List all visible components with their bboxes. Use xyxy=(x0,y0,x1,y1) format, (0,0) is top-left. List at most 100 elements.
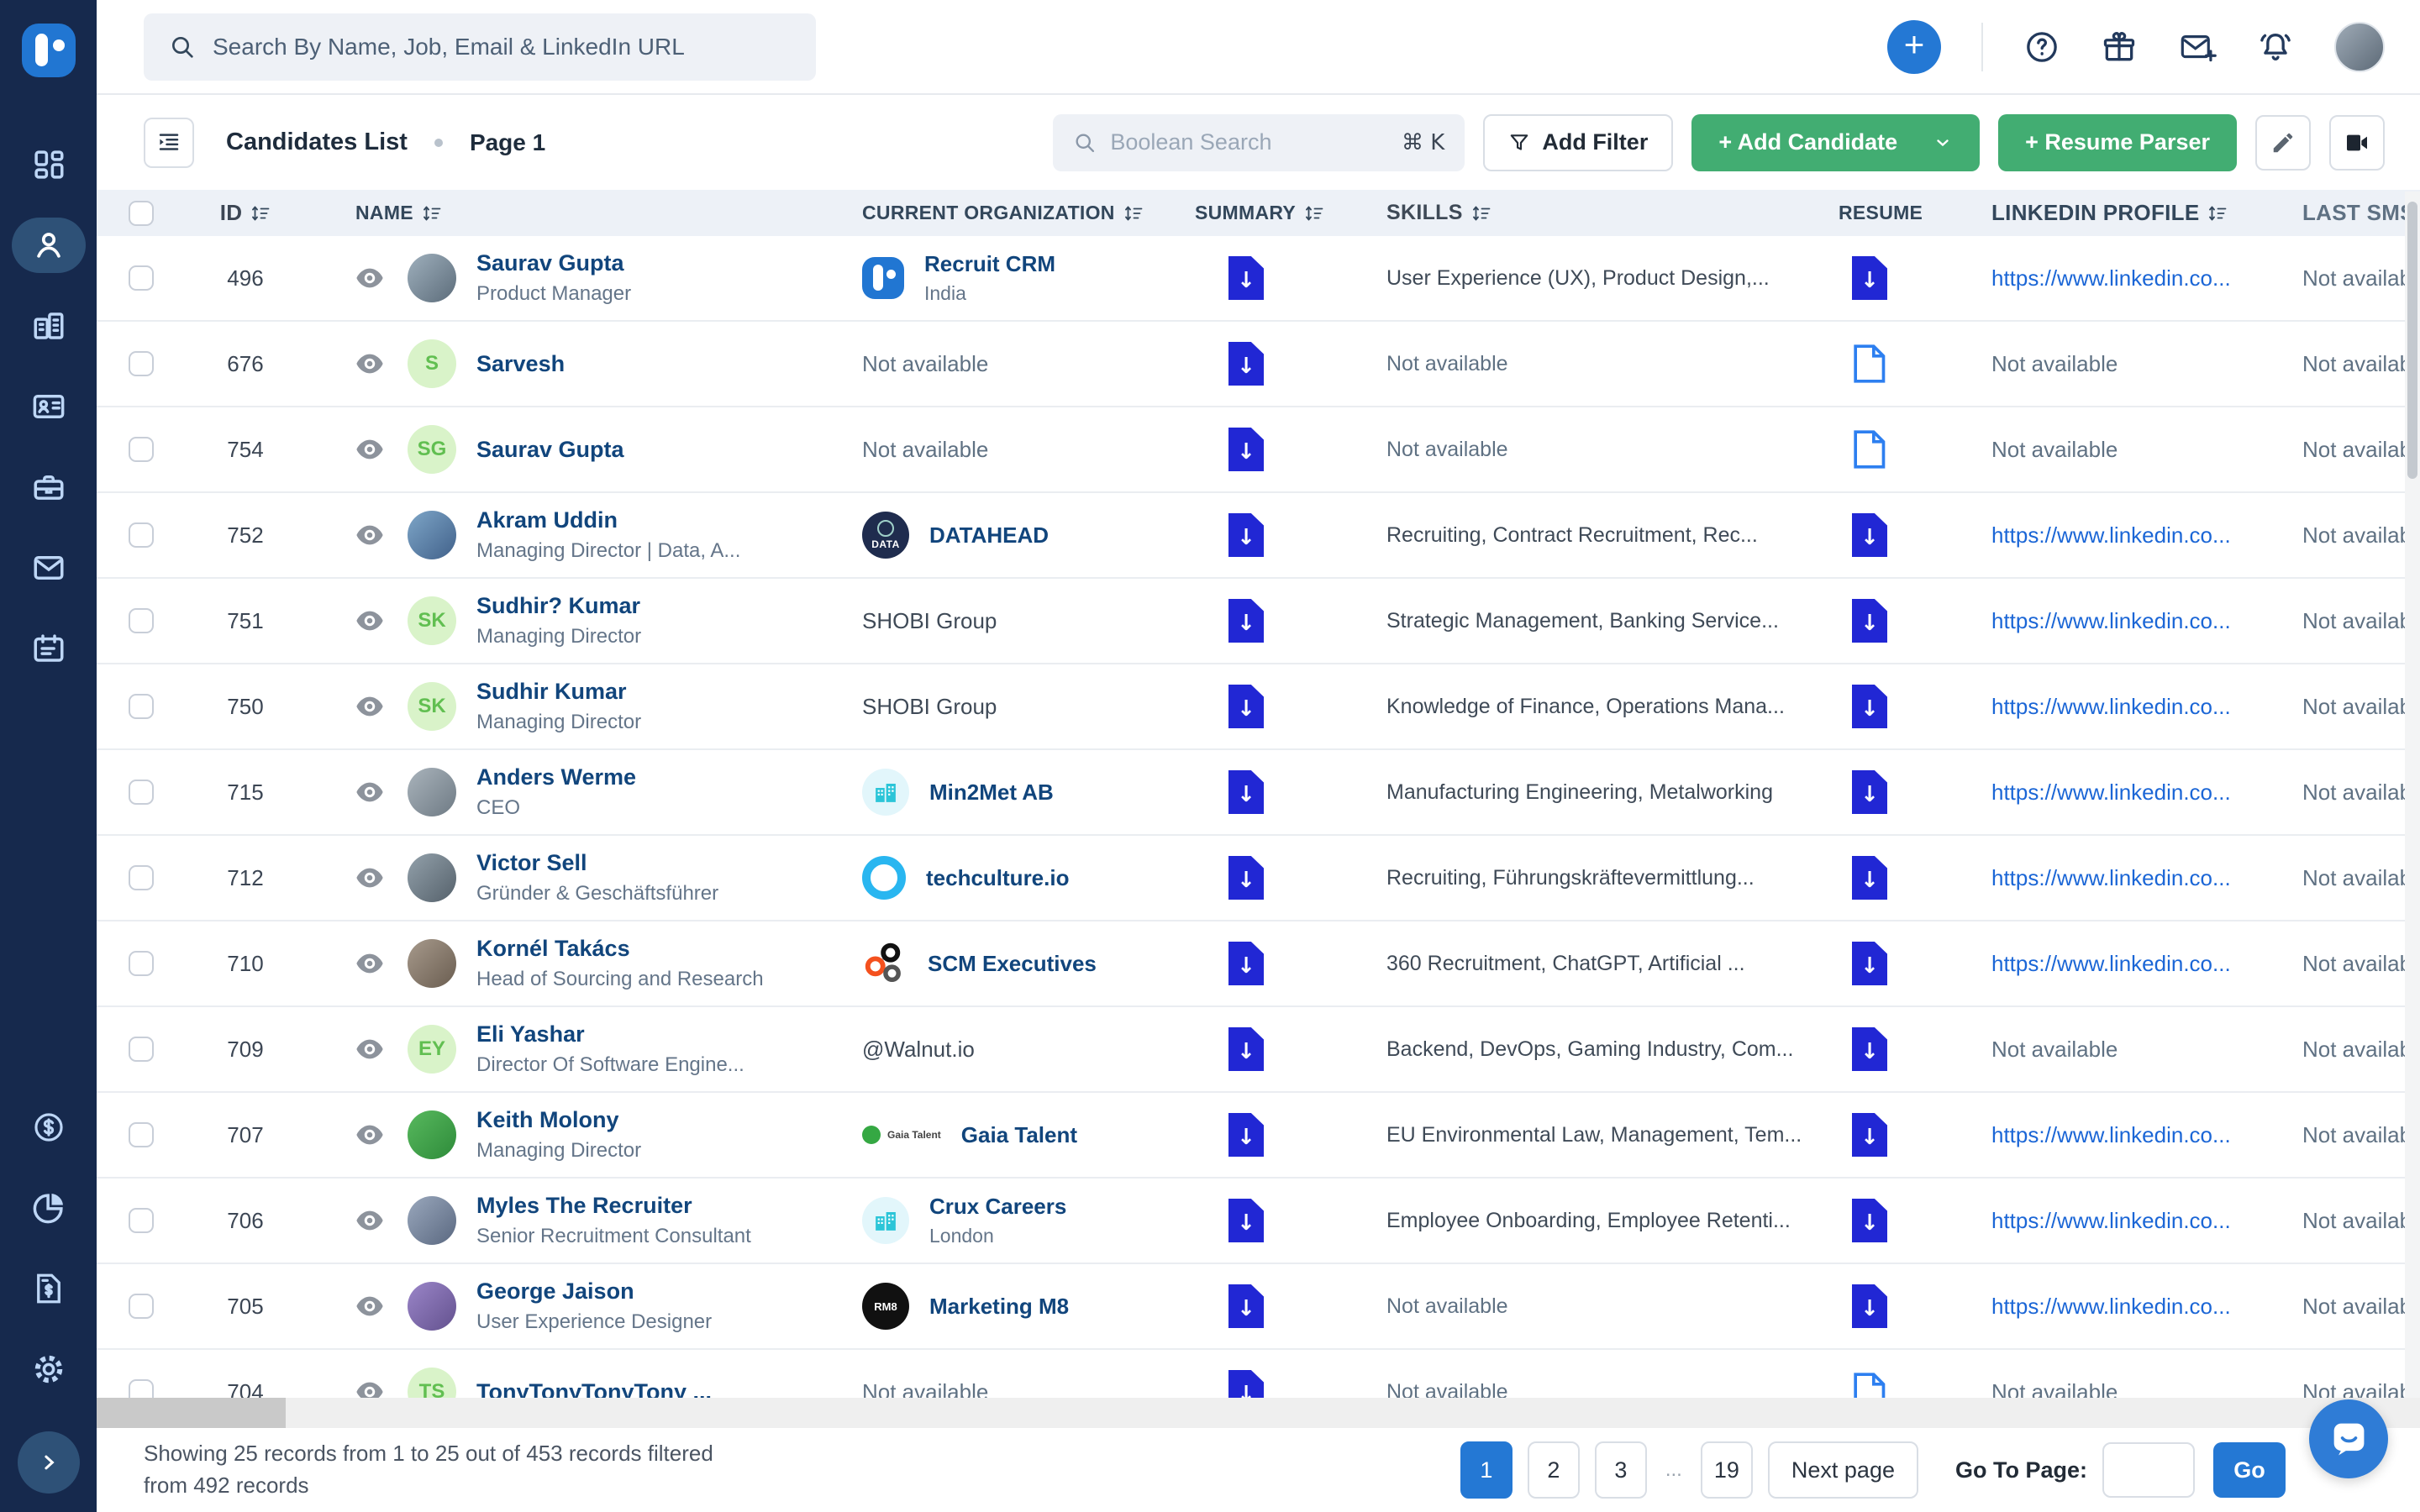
horizontal-scrollbar[interactable] xyxy=(97,1398,2420,1428)
resume-download-icon[interactable]: ↓ xyxy=(1852,256,1887,300)
column-header-resume[interactable]: RESUME xyxy=(1832,202,1975,224)
organization-name[interactable]: Marketing M8 xyxy=(929,1294,1069,1320)
organization-name[interactable]: Min2Met AB xyxy=(929,780,1054,806)
row-checkbox[interactable] xyxy=(129,437,154,462)
resume-parser-button[interactable]: + Resume Parser xyxy=(1998,114,2237,171)
candidate-avatar[interactable]: S xyxy=(408,339,456,388)
boolean-search-input[interactable] xyxy=(1110,129,1388,155)
preview-eye-icon[interactable] xyxy=(355,1038,384,1060)
preview-eye-icon[interactable] xyxy=(355,267,384,289)
resume-download-icon[interactable] xyxy=(1852,1371,1886,1398)
row-checkbox[interactable] xyxy=(129,780,154,805)
preview-eye-icon[interactable] xyxy=(355,1295,384,1317)
email-compose-icon[interactable] xyxy=(2178,29,2217,66)
candidate-avatar[interactable]: EY xyxy=(408,1025,456,1074)
candidate-avatar[interactable] xyxy=(408,1110,456,1159)
quick-add-button[interactable]: + xyxy=(1887,20,1941,74)
summary-download-icon[interactable]: ↓ xyxy=(1228,1199,1264,1242)
candidate-name-link[interactable]: Saurav Gupta xyxy=(476,437,624,463)
row-checkbox[interactable] xyxy=(129,951,154,976)
summary-download-icon[interactable]: ↓ xyxy=(1228,856,1264,900)
preview-eye-icon[interactable] xyxy=(355,953,384,974)
vertical-scrollbar-thumb[interactable] xyxy=(2407,202,2417,479)
linkedin-link[interactable]: https://www.linkedin.co... xyxy=(1991,608,2231,634)
sidebar-expand-button[interactable] xyxy=(18,1431,80,1494)
resume-download-icon[interactable]: ↓ xyxy=(1852,1027,1887,1071)
resume-download-icon[interactable]: ↓ xyxy=(1852,1199,1887,1242)
resume-download-icon[interactable]: ↓ xyxy=(1852,942,1887,985)
candidate-avatar[interactable] xyxy=(408,768,456,816)
sidebar-item-candidates[interactable] xyxy=(0,205,97,286)
horizontal-scrollbar-thumb[interactable] xyxy=(97,1398,286,1428)
linkedin-link[interactable]: https://www.linkedin.co... xyxy=(1991,951,2231,977)
boolean-search-box[interactable]: ⌘ K xyxy=(1053,114,1465,171)
candidate-name-link[interactable]: Akram Uddin xyxy=(476,507,740,533)
page-button-1[interactable]: 1 xyxy=(1460,1441,1512,1499)
go-button[interactable]: Go xyxy=(2213,1442,2286,1498)
resume-download-icon[interactable]: ↓ xyxy=(1852,856,1887,900)
row-checkbox[interactable] xyxy=(129,265,154,291)
row-checkbox[interactable] xyxy=(129,1379,154,1398)
global-search-input[interactable] xyxy=(213,34,791,60)
video-button[interactable] xyxy=(2329,115,2385,171)
row-checkbox[interactable] xyxy=(129,608,154,633)
notifications-bell-icon[interactable] xyxy=(2257,29,2294,66)
summary-download-icon[interactable]: ↓ xyxy=(1228,1284,1264,1328)
row-checkbox[interactable] xyxy=(129,694,154,719)
candidate-avatar[interactable] xyxy=(408,511,456,559)
candidate-avatar[interactable]: SK xyxy=(408,596,456,645)
summary-download-icon[interactable]: ↓ xyxy=(1228,256,1264,300)
column-header-summary[interactable]: SUMMARY xyxy=(1186,202,1378,224)
candidate-name-link[interactable]: Eli Yashar xyxy=(476,1021,744,1047)
sidebar-item-contacts[interactable] xyxy=(0,366,97,447)
linkedin-link[interactable]: https://www.linkedin.co... xyxy=(1991,1294,2231,1320)
page-button-2[interactable]: 2 xyxy=(1528,1441,1580,1499)
summary-download-icon[interactable]: ↓ xyxy=(1228,942,1264,985)
resume-download-icon[interactable]: ↓ xyxy=(1852,770,1887,814)
sidebar-item-invoices[interactable] xyxy=(0,1248,97,1329)
global-search-box[interactable] xyxy=(144,13,816,81)
resume-download-icon[interactable]: ↓ xyxy=(1852,599,1887,643)
summary-download-icon[interactable]: ↓ xyxy=(1228,1370,1264,1398)
column-header-skills[interactable]: SKILLS xyxy=(1378,201,1832,225)
preview-eye-icon[interactable] xyxy=(355,1124,384,1146)
list-view-toggle-button[interactable] xyxy=(144,118,194,168)
sidebar-item-emails[interactable] xyxy=(0,528,97,608)
resume-download-icon[interactable] xyxy=(1852,428,1886,470)
column-header-linkedin-profile[interactable]: LINKEDIN PROFILE xyxy=(1975,200,2277,226)
preview-eye-icon[interactable] xyxy=(355,438,384,460)
organization-name[interactable]: Recruit CRM xyxy=(924,251,1055,277)
page-button-19[interactable]: 19 xyxy=(1701,1441,1753,1499)
linkedin-link[interactable]: https://www.linkedin.co... xyxy=(1991,694,2231,720)
organization-name[interactable]: techculture.io xyxy=(926,865,1069,891)
organization-name[interactable]: Crux Careers xyxy=(929,1194,1066,1220)
summary-download-icon[interactable]: ↓ xyxy=(1228,1113,1264,1157)
candidate-name-link[interactable]: Sudhir Kumar xyxy=(476,679,641,705)
candidate-name-link[interactable]: TonyTonyTonyTony ... xyxy=(476,1379,712,1399)
column-header-current-organization[interactable]: CURRENT ORGANIZATION xyxy=(850,202,1186,224)
gift-icon[interactable] xyxy=(2101,29,2138,66)
linkedin-link[interactable]: https://www.linkedin.co... xyxy=(1991,780,2231,806)
candidate-avatar[interactable] xyxy=(408,254,456,302)
candidate-avatar[interactable] xyxy=(408,853,456,902)
sidebar-item-calendar[interactable] xyxy=(0,608,97,689)
row-checkbox[interactable] xyxy=(129,1294,154,1319)
linkedin-link[interactable]: https://www.linkedin.co... xyxy=(1991,1122,2231,1148)
linkedin-link[interactable]: https://www.linkedin.co... xyxy=(1991,1208,2231,1234)
page-button-3[interactable]: 3 xyxy=(1595,1441,1647,1499)
preview-eye-icon[interactable] xyxy=(355,353,384,375)
sidebar-item-dashboard[interactable] xyxy=(0,124,97,205)
sidebar-item-settings[interactable] xyxy=(0,1329,97,1410)
organization-name[interactable]: DATAHEAD xyxy=(929,522,1049,549)
linkedin-link[interactable]: https://www.linkedin.co... xyxy=(1991,522,2231,549)
next-page-button[interactable]: Next page xyxy=(1768,1441,1918,1499)
candidate-avatar[interactable] xyxy=(408,1282,456,1331)
candidate-name-link[interactable]: Saurav Gupta xyxy=(476,250,631,276)
user-avatar[interactable] xyxy=(2334,22,2385,72)
candidate-name-link[interactable]: Sarvesh xyxy=(476,351,565,377)
preview-eye-icon[interactable] xyxy=(355,524,384,546)
preview-eye-icon[interactable] xyxy=(355,781,384,803)
candidate-avatar[interactable] xyxy=(408,1196,456,1245)
linkedin-link[interactable]: https://www.linkedin.co... xyxy=(1991,265,2231,291)
preview-eye-icon[interactable] xyxy=(355,867,384,889)
